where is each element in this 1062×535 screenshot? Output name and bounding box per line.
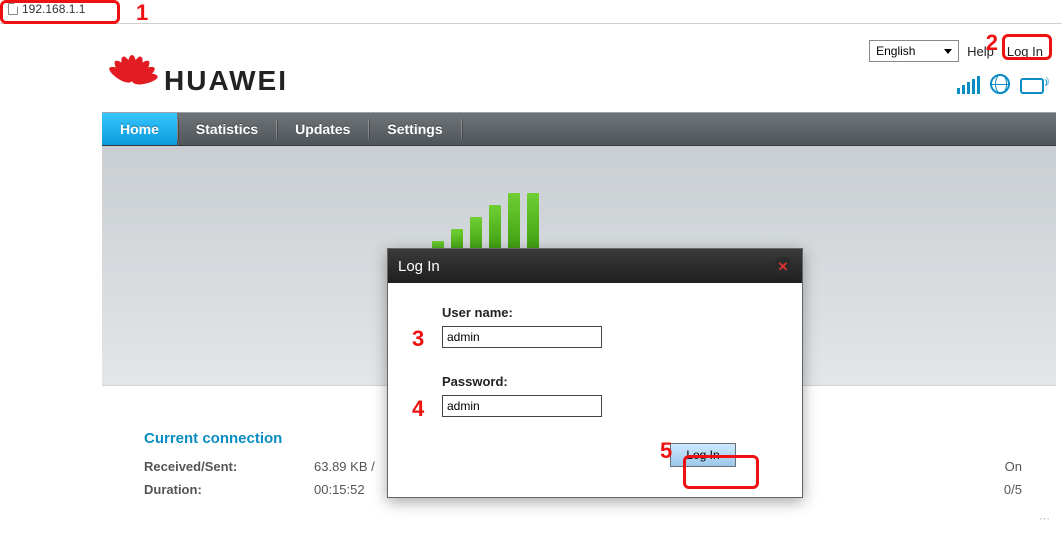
nav-settings[interactable]: Settings [369, 113, 460, 145]
login-link[interactable]: Log In [1002, 42, 1048, 61]
login-dialog: Log In ✕ User name: Password: Log In [387, 248, 803, 498]
url-field[interactable]: 192.168.1.1 [2, 0, 91, 18]
language-selected: English [876, 44, 915, 58]
signal-bars-icon [957, 76, 980, 94]
huawei-logo-icon [106, 55, 158, 107]
resize-grip-icon: ⋯ [1039, 512, 1052, 525]
username-input[interactable] [442, 326, 602, 348]
dialog-title: Log In [398, 258, 440, 275]
browser-address-bar: 192.168.1.1 [0, 0, 1062, 24]
stats-right: 0/5 [1004, 482, 1022, 497]
status-icons [957, 74, 1044, 94]
stats-key: Duration: [144, 482, 314, 497]
nav-statistics[interactable]: Statistics [178, 113, 276, 145]
page-icon [8, 3, 18, 15]
login-submit-button[interactable]: Log In [670, 443, 736, 467]
password-input[interactable] [442, 395, 602, 417]
password-label: Password: [442, 374, 776, 389]
brand: HUAWEI [106, 55, 288, 107]
nav-home[interactable]: Home [102, 113, 177, 145]
screen-broadcast-icon [1020, 78, 1044, 94]
password-field-group: Password: [442, 374, 776, 417]
stats-right: On [1005, 459, 1022, 474]
username-field-group: User name: [442, 305, 776, 348]
stats-key: Received/Sent: [144, 459, 314, 474]
top-utility-row: English Help Log In [869, 40, 1048, 62]
signal-strength-icon [432, 193, 539, 255]
globe-icon [990, 74, 1010, 94]
main-nav: Home Statistics Updates Settings [102, 112, 1056, 146]
chevron-down-icon [944, 49, 952, 54]
language-select[interactable]: English [869, 40, 959, 62]
nav-updates[interactable]: Updates [277, 113, 368, 145]
help-link[interactable]: Help [967, 44, 994, 59]
close-icon[interactable]: ✕ [774, 257, 792, 275]
brand-name: HUAWEI [164, 65, 288, 97]
dialog-header: Log In ✕ [388, 249, 802, 283]
url-text: 192.168.1.1 [22, 2, 85, 16]
username-label: User name: [442, 305, 776, 320]
